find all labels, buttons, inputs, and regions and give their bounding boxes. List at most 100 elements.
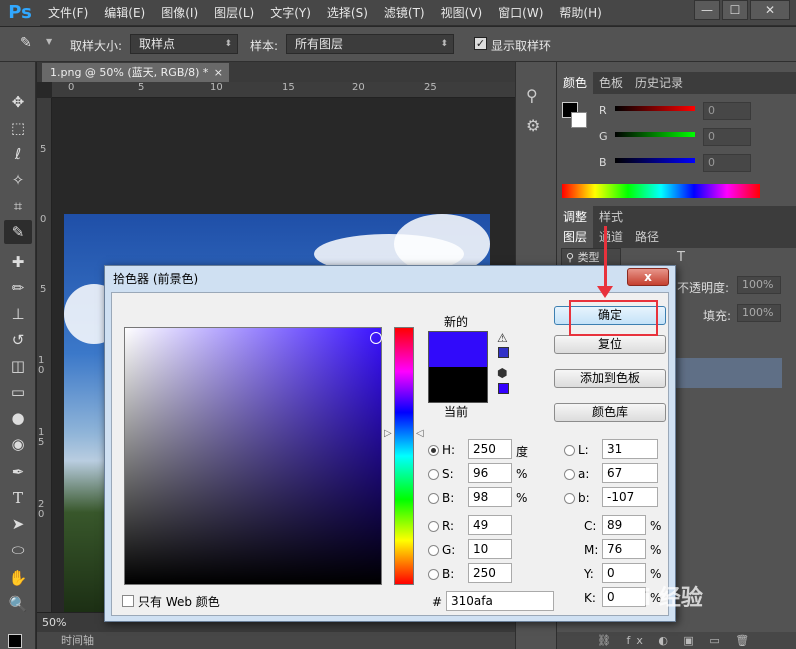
foreground-color-swatch[interactable] — [8, 634, 22, 648]
history-brush-tool-icon[interactable]: ↺ — [4, 328, 32, 352]
lab-l-radio[interactable] — [564, 445, 575, 456]
maximize-button[interactable]: ☐ — [722, 0, 748, 20]
menu-image[interactable]: 图像(I) — [153, 0, 206, 26]
sample-select[interactable]: 所有图层 ⬍ — [286, 34, 454, 54]
lasso-tool-icon[interactable]: ℓ — [4, 142, 32, 166]
background-swatch[interactable] — [571, 112, 587, 128]
tool-preset-chevron-icon[interactable]: ▼ — [46, 37, 52, 46]
hue-radio[interactable] — [428, 445, 439, 456]
shape-tool-icon[interactable]: ⬭ — [4, 538, 32, 562]
eyedropper-icon[interactable]: ✎ — [20, 35, 32, 51]
zoom-level[interactable]: 50% — [42, 616, 66, 629]
saturation-field[interactable]: 96 — [468, 463, 512, 483]
saturation-brightness-field[interactable] — [124, 327, 382, 585]
red-field[interactable]: 49 — [468, 515, 512, 535]
lab-l-field[interactable]: 31 — [602, 439, 658, 459]
out-of-gamut-warning-icon[interactable]: ⚠ — [497, 331, 508, 345]
timeline-panel-tab[interactable]: 时间轴 — [37, 632, 515, 649]
menu-window[interactable]: 窗口(W) — [490, 0, 551, 26]
add-to-swatches-button[interactable]: 添加到色板 — [554, 369, 666, 388]
clone-stamp-tool-icon[interactable]: ⊥ — [4, 302, 32, 326]
eyedropper-tool-icon[interactable]: ✎ — [4, 220, 32, 244]
lab-b-field[interactable]: -107 — [602, 487, 658, 507]
channel-b-field[interactable]: 0 — [703, 154, 751, 172]
green-radio[interactable] — [428, 545, 439, 556]
type-filter-icon[interactable]: T — [677, 250, 685, 265]
magic-wand-tool-icon[interactable]: ✧ — [4, 168, 32, 192]
minimize-button[interactable]: — — [694, 0, 720, 20]
reset-button[interactable]: 复位 — [554, 335, 666, 354]
brightness-radio[interactable] — [428, 493, 439, 504]
tab-color[interactable]: 颜色 — [557, 72, 594, 94]
show-ring-checkbox[interactable]: ✓ — [474, 37, 487, 50]
tab-channels[interactable]: 通道 — [593, 226, 629, 248]
hue-slider[interactable] — [394, 327, 414, 585]
crop-tool-icon[interactable]: ⌗ — [4, 194, 32, 218]
marquee-tool-icon[interactable]: ⬚ — [4, 116, 32, 140]
gamut-color-swatch[interactable] — [498, 347, 509, 358]
lab-a-field[interactable]: 67 — [602, 463, 658, 483]
menu-edit[interactable]: 编辑(E) — [96, 0, 153, 26]
menu-file[interactable]: 文件(F) — [40, 0, 96, 26]
magenta-field[interactable]: 76 — [602, 539, 646, 559]
tab-swatches[interactable]: 色板 — [593, 72, 629, 94]
saturation-radio[interactable] — [428, 469, 439, 480]
close-window-button[interactable]: ✕ — [750, 0, 790, 20]
tab-history[interactable]: 历史记录 — [629, 72, 689, 94]
document-tab-close-button[interactable]: × — [214, 63, 223, 82]
move-tool-icon[interactable]: ✥ — [4, 90, 32, 114]
menu-type[interactable]: 文字(Y) — [262, 0, 319, 26]
hand-tool-icon[interactable]: ✋ — [4, 566, 32, 590]
dialog-close-button[interactable]: x — [627, 268, 669, 286]
web-safe-cube-icon[interactable]: ⬢ — [497, 366, 507, 380]
opacity-field[interactable]: 100% — [737, 276, 781, 294]
eraser-tool-icon[interactable]: ◫ — [4, 354, 32, 378]
channel-g-field[interactable]: 0 — [703, 128, 751, 146]
blue-field[interactable]: 250 — [468, 563, 512, 583]
color-spectrum-bar[interactable] — [562, 184, 760, 198]
gradient-tool-icon[interactable]: ▭ — [4, 380, 32, 404]
pen-tool-icon[interactable]: ✒ — [4, 460, 32, 484]
blur-tool-icon[interactable]: ● — [4, 406, 32, 430]
zoom-tool-icon[interactable]: 🔍 — [4, 592, 32, 616]
web-safe-color-swatch[interactable] — [498, 383, 509, 394]
lab-a-radio[interactable] — [564, 469, 575, 480]
path-selection-tool-icon[interactable]: ➤ — [4, 512, 32, 536]
menu-layer[interactable]: 图层(L) — [206, 0, 262, 26]
channel-r-slider[interactable] — [615, 106, 695, 111]
hex-field[interactable]: 310afa — [446, 591, 554, 611]
channel-r-field[interactable]: 0 — [703, 102, 751, 120]
brightness-field[interactable]: 98 — [468, 487, 512, 507]
channel-b-slider[interactable] — [615, 158, 695, 163]
tool-presets-icon[interactable]: ⚙ — [526, 116, 540, 135]
current-color-swatch[interactable] — [428, 367, 488, 403]
lab-b-radio[interactable] — [564, 493, 575, 504]
web-colors-only-checkbox[interactable] — [122, 595, 134, 607]
fill-field[interactable]: 100% — [737, 304, 781, 322]
hue-field[interactable]: 250 — [468, 439, 512, 459]
type-tool-icon[interactable]: T — [4, 486, 32, 510]
brush-tool-icon[interactable]: ✏ — [4, 276, 32, 300]
channel-g-slider[interactable] — [615, 132, 695, 137]
hue-slider-left-arrow-icon[interactable]: ▷ — [384, 428, 392, 439]
color-libraries-button[interactable]: 颜色库 — [554, 403, 666, 422]
tab-adjustments[interactable]: 调整 — [557, 206, 594, 228]
green-field[interactable]: 10 — [468, 539, 512, 559]
menu-select[interactable]: 选择(S) — [319, 0, 376, 26]
tab-paths[interactable]: 路径 — [629, 226, 665, 248]
menu-filter[interactable]: 滤镜(T) — [376, 0, 433, 26]
menu-view[interactable]: 视图(V) — [433, 0, 491, 26]
color-picker-ring[interactable] — [370, 332, 382, 344]
sample-size-select[interactable]: 取样点 ⬍ — [130, 34, 238, 54]
brush-presets-icon[interactable]: ⚲ — [526, 86, 538, 105]
tab-layers[interactable]: 图层 — [557, 226, 594, 248]
hue-slider-right-arrow-icon[interactable]: ◁ — [416, 428, 424, 439]
document-tab[interactable]: 1.png @ 50% (蓝天, RGB/8) * × — [42, 63, 229, 82]
tab-styles[interactable]: 样式 — [593, 206, 629, 228]
menu-help[interactable]: 帮助(H) — [551, 0, 609, 26]
cyan-field[interactable]: 89 — [602, 515, 646, 535]
healing-brush-tool-icon[interactable]: ✚ — [4, 250, 32, 274]
dodge-tool-icon[interactable]: ◉ — [4, 432, 32, 456]
red-radio[interactable] — [428, 521, 439, 532]
blue-radio[interactable] — [428, 569, 439, 580]
